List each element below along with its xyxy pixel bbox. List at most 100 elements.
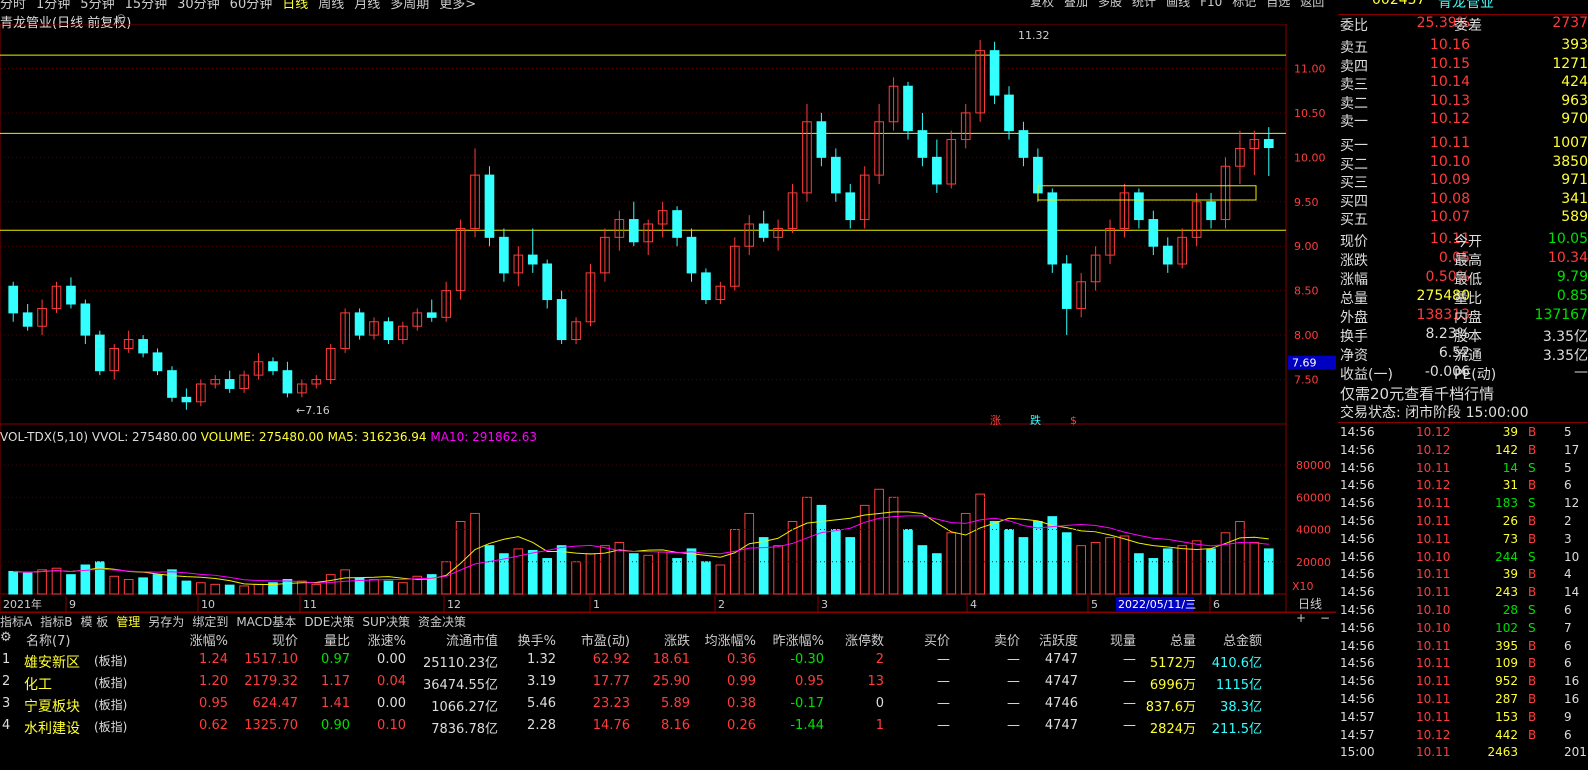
chevron-down-icon[interactable]: ⊙ <box>116 11 126 25</box>
bottom-tab[interactable]: 另存为 <box>148 615 184 629</box>
table-cell: — <box>1123 674 1136 689</box>
tick-count: 5 <box>1564 425 1572 439</box>
candle-body <box>1047 192 1058 265</box>
table-row[interactable]: 3 宁夏板块 (板指) 0.95 624.47 1.41 0.00 1066.27亿 5.46 2… <box>0 696 1336 716</box>
tick-row: 14:57 10.12 442 B 6 <box>1338 728 1588 746</box>
table-cell: 3.19 <box>527 674 556 689</box>
tool-button[interactable]: F10 <box>1200 0 1222 9</box>
candle-body <box>484 174 495 238</box>
bottom-tab[interactable]: DDE决策 <box>304 615 354 629</box>
table-header-cell[interactable]: 换手% <box>518 630 556 649</box>
period-tab[interactable]: 分时 <box>0 0 26 12</box>
period-tab[interactable]: 周线 <box>318 0 344 12</box>
table-header-cell[interactable]: 涨跌 <box>664 630 690 649</box>
orderbook-cell: 1007 <box>1552 135 1588 151</box>
table-header-cell[interactable]: 活跃度 <box>1039 630 1078 649</box>
period-tab[interactable]: 月线 <box>354 0 380 12</box>
table-cell: — <box>1007 718 1020 733</box>
orderbook-cell: 1271 <box>1552 55 1588 72</box>
tick-time: 14:56 <box>1340 656 1375 671</box>
tool-button[interactable]: 画线 <box>1166 0 1190 9</box>
bottom-tab[interactable]: 指标B <box>40 615 72 629</box>
tool-button[interactable]: 叠加 <box>1064 0 1088 9</box>
tick-price: 10.11 <box>1416 585 1451 600</box>
bottom-tab[interactable]: 资金决策 <box>418 615 466 629</box>
tool-button[interactable]: 统计 <box>1132 0 1156 9</box>
tick-price: 10.11 <box>1416 692 1451 706</box>
candle-body <box>1206 201 1216 221</box>
table-header-cell[interactable]: 涨停数 <box>845 630 884 649</box>
tick-side: B <box>1528 638 1537 653</box>
tick-price: 10.11 <box>1416 567 1451 582</box>
tick-time: 14:56 <box>1340 638 1375 653</box>
candle-body <box>527 254 538 265</box>
orderbook-cell: 卖一 <box>1340 114 1368 130</box>
date-label: 9 <box>69 598 76 611</box>
period-tab[interactable]: 15分钟 <box>125 0 168 12</box>
orderbook-cell: 971 <box>1561 172 1588 188</box>
table-cell: 0.95 <box>795 674 824 689</box>
date-label: 5 <box>1091 598 1098 611</box>
bottom-tab[interactable]: 模 板 <box>80 615 108 629</box>
table-row[interactable]: 2 化工 (板指) 1.20 2179.32 1.17 0.04 36474.55亿 3.19 1… <box>0 674 1336 694</box>
period-tab[interactable]: 日线 <box>282 0 308 12</box>
volume-bar <box>123 579 134 595</box>
tool-button[interactable]: 多股 <box>1098 0 1122 9</box>
tick-side: B <box>1528 674 1537 689</box>
promo-text[interactable]: 仅需20元查看千档行情 <box>1340 383 1494 404</box>
orderbook-cell: 现价 <box>1340 234 1368 250</box>
candle-body <box>80 303 91 336</box>
bottom-tab[interactable]: 指标A <box>0 615 32 629</box>
bottom-tab[interactable]: 管理 <box>116 615 140 629</box>
table-cell: 2.28 <box>527 718 556 733</box>
tool-button[interactable]: 标记 <box>1232 0 1256 9</box>
candle-body <box>1004 94 1014 132</box>
right-toolbar: 复权 叠加 多股 统计 画线 F10 标记 自选 返回 <box>1030 0 1334 10</box>
period-tab[interactable]: 更多> <box>439 0 476 12</box>
tool-button[interactable]: 返回 <box>1300 0 1324 9</box>
table-header-cell[interactable]: 卖价 <box>994 630 1020 649</box>
table-row[interactable]: 4 水利建设 (板指) 0.62 1325.70 0.90 0.10 7836.78亿 2.28… <box>0 718 1336 738</box>
tick-row: 15:00 10.11 2463 201 <box>1338 745 1588 763</box>
table-cell: 1.41 <box>321 696 350 711</box>
table-header-cell[interactable]: 量比 <box>324 630 350 649</box>
table-header-cell[interactable]: 涨幅% <box>190 630 228 649</box>
orderbook-cell: 0.85 <box>1556 288 1588 304</box>
minus-icon[interactable]: − <box>1320 611 1330 625</box>
table-header-cell[interactable]: 涨速% <box>368 630 406 649</box>
bottom-tab[interactable]: MACD基本 <box>236 615 296 629</box>
period-tab[interactable]: 1分钟 <box>36 0 70 12</box>
tick-price: 10.12 <box>1416 425 1451 439</box>
period-tab[interactable]: 多周期 <box>390 0 429 12</box>
tool-button[interactable]: 复权 <box>1030 0 1054 9</box>
table-header-cell[interactable]: 现量 <box>1110 630 1136 649</box>
vol-value: VOLUME: 275480.00 <box>200 430 324 444</box>
sector-tag: (板指) <box>94 698 128 712</box>
volume-bar <box>1177 545 1188 595</box>
table-header-cell[interactable]: 总量 <box>1170 630 1196 649</box>
tick-price: 10.12 <box>1416 727 1451 742</box>
period-toolbar: 分时 1分钟 5分钟 15分钟 30分钟 60分钟 日线 周线 月线 多周期 更多> <box>0 0 486 12</box>
tool-button[interactable]: 自选 <box>1266 0 1290 9</box>
orderbook-cell: 3.35亿 <box>1542 348 1588 364</box>
table-header-cell[interactable]: 现价 <box>272 630 298 649</box>
table-header-cell[interactable]: 昨涨幅% <box>773 630 824 649</box>
table-header-cell[interactable]: 买价 <box>924 630 950 649</box>
period-tab[interactable]: 60分钟 <box>230 0 273 12</box>
table-header-cell[interactable]: 市盈(动) <box>581 630 630 649</box>
table-header-cell[interactable]: 流通市值 <box>446 630 498 649</box>
period-tab[interactable]: 30分钟 <box>177 0 220 12</box>
table-row[interactable]: 1 雄安新区 (板指) 1.24 1517.10 0.97 0.00 25110.23亿 1.3… <box>0 652 1336 672</box>
tick-price: 10.10 <box>1416 603 1451 617</box>
table-header-cell[interactable]: 总金额 <box>1223 630 1262 649</box>
table-header-cell[interactable]: 均涨幅% <box>705 630 756 649</box>
tick-time: 14:56 <box>1340 425 1375 439</box>
period-tab[interactable]: 5分钟 <box>80 0 114 12</box>
bottom-tab[interactable]: SUP决策 <box>362 615 410 629</box>
bottom-tab[interactable]: 绑定到 <box>192 615 228 629</box>
range-box <box>1037 185 1257 201</box>
plus-icon[interactable]: + <box>1296 611 1306 625</box>
volume-bar <box>138 577 148 595</box>
orderbook-row: 买五 10.07 589 <box>1338 209 1588 228</box>
date-label: 2 <box>718 598 725 611</box>
